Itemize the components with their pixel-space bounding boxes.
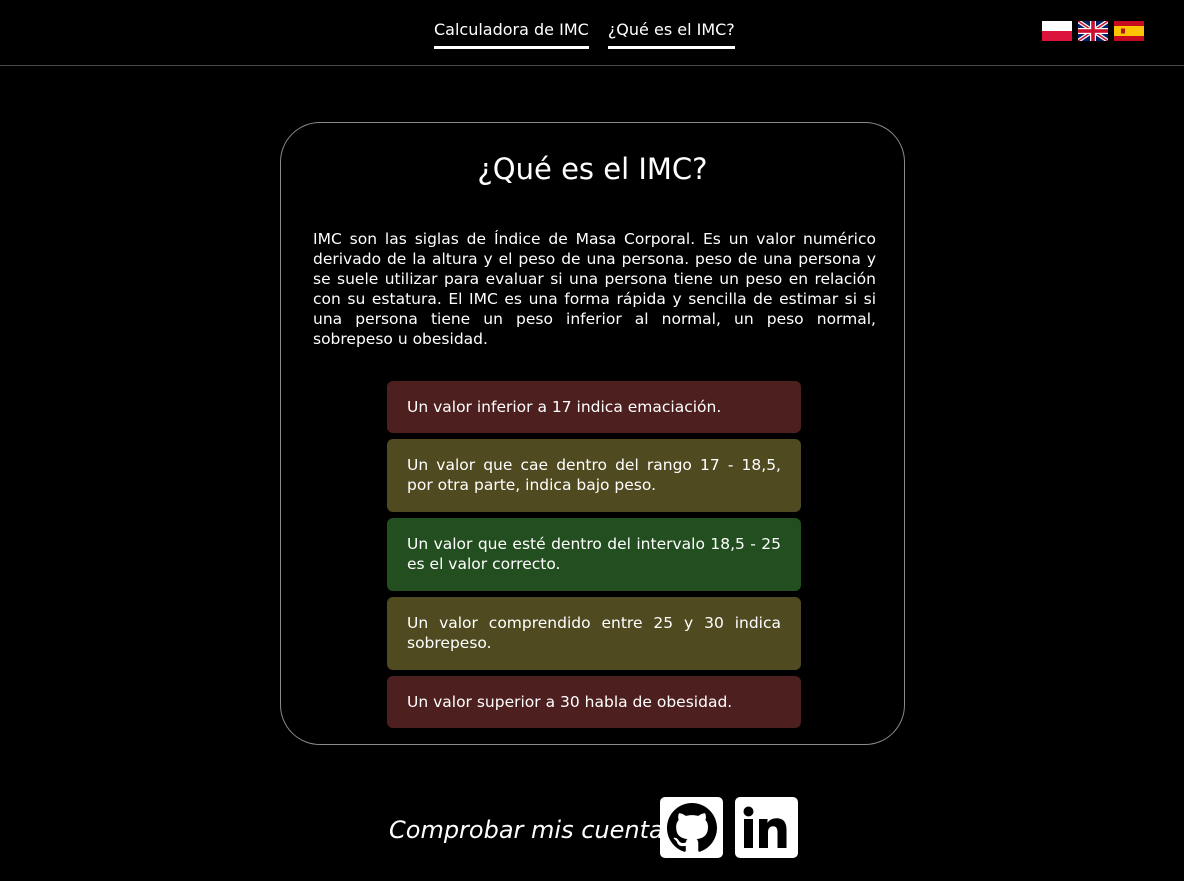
bmi-info-card: ¿Qué es el IMC? IMC son las siglas de Ín… (280, 122, 905, 745)
bmi-range-item: Un valor que cae dentro del rango 17 - 1… (387, 439, 801, 512)
bmi-range-item: Un valor comprendido entre 25 y 30 indic… (387, 597, 801, 670)
flag-spain-icon[interactable] (1114, 21, 1144, 41)
bmi-range-item: Un valor superior a 30 habla de obesidad… (387, 676, 801, 728)
linkedin-icon (743, 806, 786, 848)
bmi-range-item: Un valor inferior a 17 indica emaciación… (387, 381, 801, 433)
flag-uk-icon[interactable] (1078, 21, 1108, 41)
linkedin-link[interactable] (735, 797, 798, 858)
nav-link-calculator[interactable]: Calculadora de IMC (434, 19, 589, 49)
main-nav: Calculadora de IMC ¿Qué es el IMC? (434, 19, 735, 49)
flag-poland-icon[interactable] (1042, 21, 1072, 41)
card-title: ¿Qué es el IMC? (477, 152, 708, 186)
top-bar: Calculadora de IMC ¿Qué es el IMC? (0, 0, 1184, 66)
language-switcher (1042, 21, 1144, 41)
nav-link-what-is-bmi[interactable]: ¿Qué es el IMC? (607, 19, 735, 49)
footer-accounts-label: Comprobar mis cuentas (389, 816, 677, 844)
bmi-description: IMC son las siglas de Índice de Masa Cor… (313, 230, 876, 348)
bmi-range-item: Un valor que esté dentro del intervalo 1… (387, 518, 801, 591)
bmi-ranges-list: Un valor inferior a 17 indica emaciación… (387, 381, 801, 734)
github-link[interactable] (660, 797, 723, 858)
github-icon (666, 802, 717, 852)
